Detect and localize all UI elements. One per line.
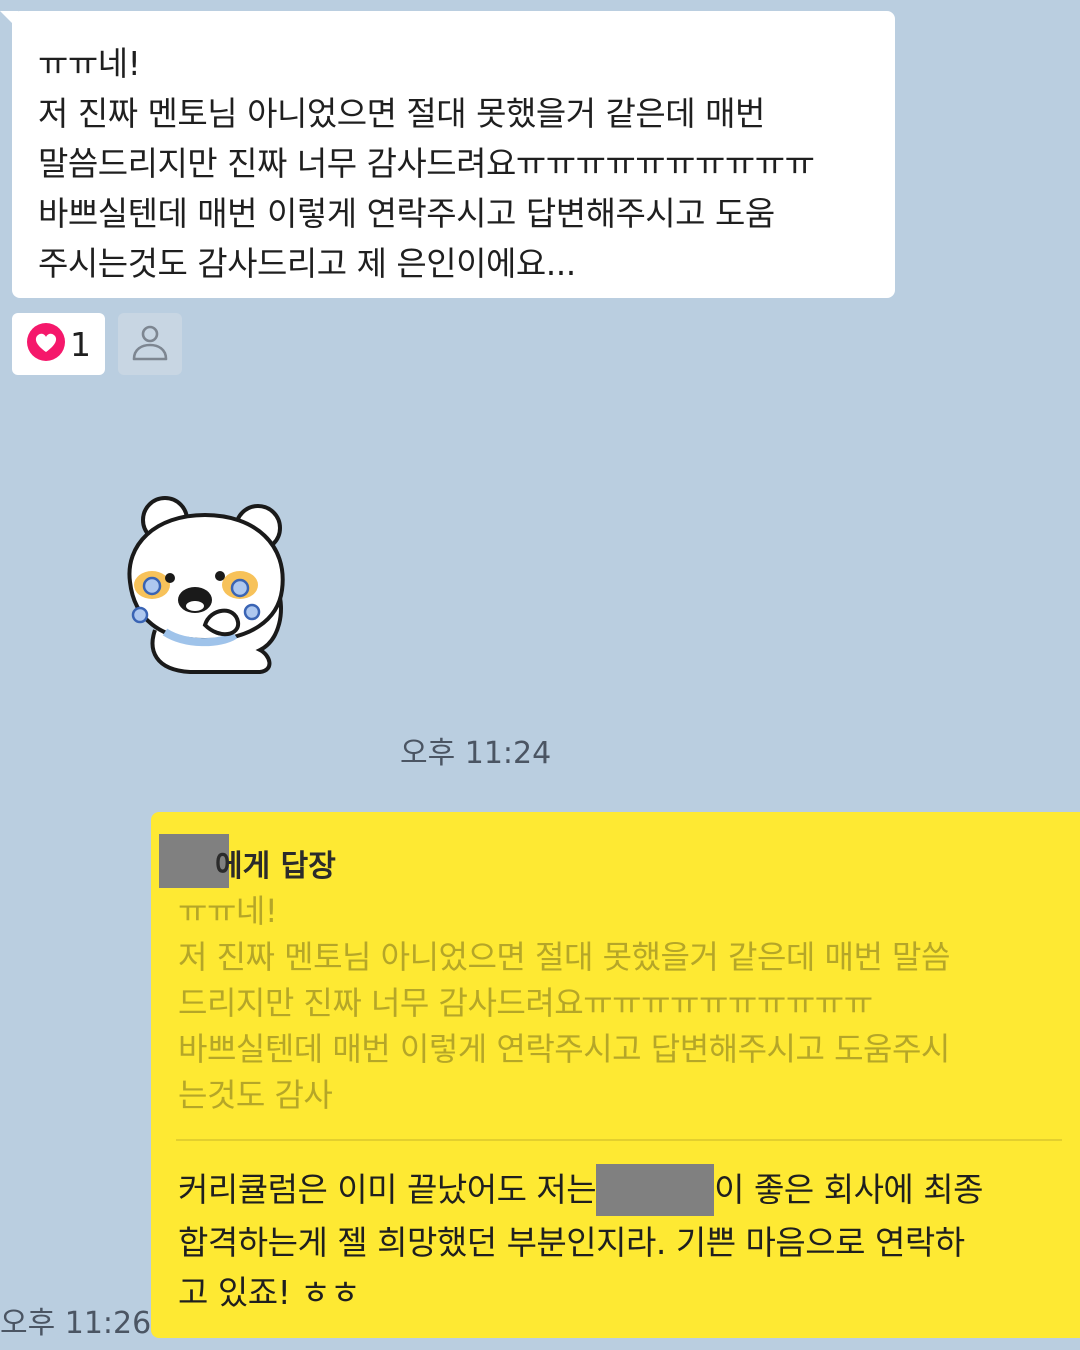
reply-line: 합격하는게 젤 희망했던 부분인지라. 기쁜 마음으로 연락하 (178, 1222, 965, 1262)
incoming-message-bubble[interactable]: ㅠㅠ네! 저 진짜 멘토님 아니었으면 절대 못했을거 같은데 매번 말씀드리지… (0, 11, 895, 298)
message-line: 저 진짜 멘토님 아니었으면 절대 못했을거 같은데 매번 (38, 94, 765, 133)
reply-line-part: 이 좋은 회사에 최종 (714, 1170, 984, 1209)
message-line: 말씀드리지만 진짜 너무 감사드려요ㅠㅠㅠㅠㅠㅠㅠㅠㅠㅠ (38, 144, 815, 183)
quoted-line: ㅠㅠ네! (178, 892, 278, 930)
reply-header-label: 에게 답장 (215, 849, 336, 884)
reply-line: 고 있죠! ㅎㅎ (178, 1272, 361, 1312)
outgoing-reply-bubble[interactable]: 에게 답장 ㅠㅠ네! 저 진짜 멘토님 아니었으면 절대 못했을거 같은데 매번… (151, 812, 1080, 1338)
reply-text: 커리큘럼은 이미 끝났어도 저는 이 좋은 회사에 최종 합격하는게 젤 희망했던… (178, 1163, 984, 1318)
message-line: ㅠㅠ네! (38, 44, 141, 83)
quoted-line: 는것도 감사 (178, 1076, 333, 1114)
heart-icon (26, 322, 66, 366)
reply-line: 커리큘럼은 이미 끝났어도 저는 이 좋은 회사에 최종 (178, 1163, 984, 1218)
heart-reaction-button[interactable]: 1 (12, 313, 105, 375)
quoted-line: 바쁘실텐데 매번 이렇게 연락주시고 답변해주시고 도움주시 (178, 1030, 950, 1068)
sent-timestamp: 오후 11:26 (0, 1306, 152, 1341)
redacted-company (596, 1163, 715, 1216)
reaction-members-button[interactable] (118, 313, 182, 375)
person-icon (130, 321, 170, 367)
reply-header: 에게 답장 (159, 834, 336, 890)
reply-divider (176, 1139, 1062, 1141)
message-line: 바쁘실텐데 매번 이렇게 연락주시고 답변해주시고 도움 (38, 194, 775, 233)
message-line: 주시는것도 감사드리고 제 은인이에요... (38, 244, 576, 283)
reply-line-part: 커리큘럼은 이미 끝났어도 저는 (178, 1170, 597, 1209)
reaction-count: 1 (70, 324, 91, 364)
quoted-line: 저 진짜 멘토님 아니었으면 절대 못했을거 같은데 매번 말씀 (178, 938, 950, 976)
quoted-line: 드리지만 진짜 너무 감사드려요ㅠㅠㅠㅠㅠㅠㅠㅠㅠㅠ (178, 984, 873, 1022)
crying-bear-sticker[interactable] (110, 490, 290, 680)
received-timestamp: 오후 11:24 (400, 736, 552, 771)
quoted-message[interactable]: ㅠㅠ네! 저 진짜 멘토님 아니었으면 절대 못했을거 같은데 매번 말씀 드리… (178, 888, 950, 1118)
